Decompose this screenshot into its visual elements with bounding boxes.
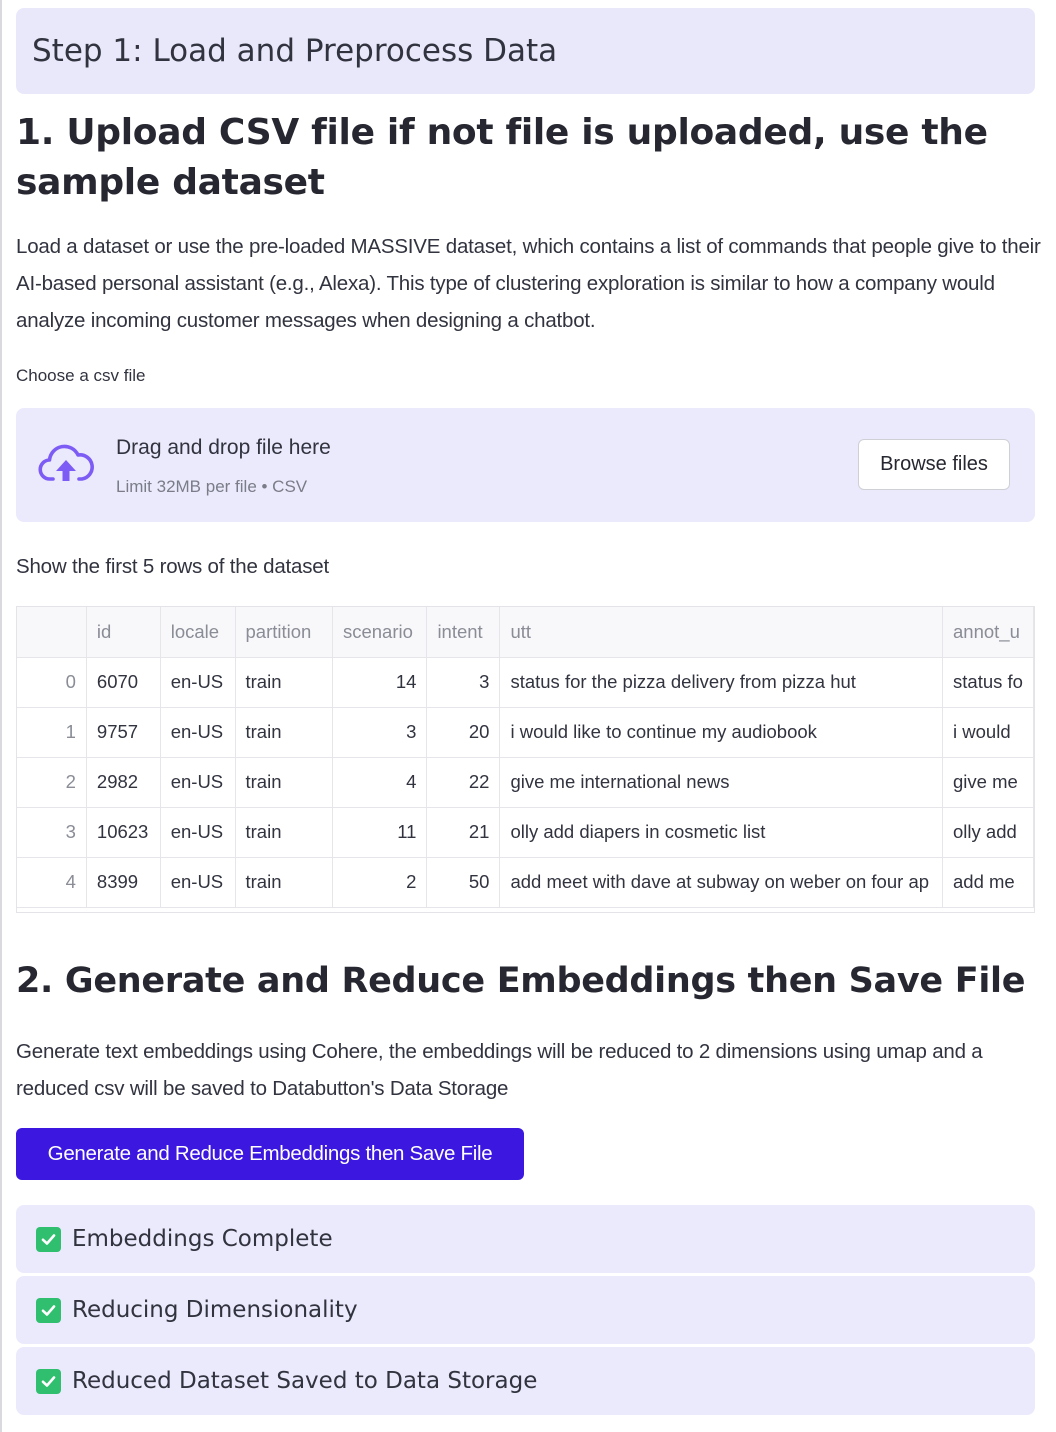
column-header-id[interactable]: id (86, 607, 161, 658)
row-index: 3 (17, 807, 87, 858)
check-icon (36, 1297, 61, 1323)
column-header-partition[interactable]: partition (235, 607, 333, 658)
cell-annot-utt[interactable]: give me (942, 757, 1034, 808)
section2-description: Generate text embeddings using Cohere, t… (16, 1040, 983, 1100)
cell-id[interactable]: 6070 (86, 657, 161, 708)
column-header-annot-utt[interactable]: annot_u (942, 607, 1034, 658)
check-icon (36, 1226, 61, 1252)
dropzone-limit: Limit 32MB per file • CSV (116, 477, 308, 496)
column-header-scenario[interactable]: scenario (332, 607, 428, 658)
section1-title: 1. Upload CSV file if not file is upload… (16, 112, 988, 203)
table-row: 2 2982 en-US train 4 22 give me internat… (17, 757, 1034, 808)
browse-files-button[interactable]: Browse files (858, 439, 1010, 490)
table-row: 1 9757 en-US train 3 20 i would like to … (17, 707, 1034, 758)
status-label: Reducing Dimensionality (72, 1297, 358, 1323)
cell-scenario[interactable]: 4 (332, 757, 428, 808)
page-left-border (0, 0, 2, 1432)
cell-partition[interactable]: train (235, 807, 333, 858)
cell-intent[interactable]: 20 (426, 707, 501, 758)
column-header-locale[interactable]: locale (160, 607, 236, 658)
cell-utt[interactable]: give me international news (499, 757, 944, 808)
cell-intent[interactable]: 3 (426, 657, 501, 708)
column-header-utt[interactable]: utt (499, 607, 944, 658)
cloud-upload-icon (38, 444, 94, 481)
file-uploader-label: Choose a csv file (16, 366, 146, 385)
cell-partition[interactable]: train (235, 857, 333, 908)
cell-id[interactable]: 9757 (86, 707, 161, 758)
cell-locale[interactable]: en-US (160, 857, 236, 908)
cell-utt[interactable]: status for the pizza delivery from pizza… (499, 657, 944, 708)
generate-embeddings-button[interactable]: Generate and Reduce Embeddings then Save… (16, 1128, 524, 1180)
cell-scenario[interactable]: 2 (332, 857, 428, 908)
cell-intent[interactable]: 22 (426, 757, 501, 808)
cell-scenario[interactable]: 14 (332, 657, 428, 708)
cell-annot-utt[interactable]: olly add (942, 807, 1034, 858)
section1-description: Load a dataset or use the pre-loaded MAS… (16, 235, 1041, 332)
table-row: 3 10623 en-US train 11 21 olly add diape… (17, 807, 1034, 858)
table-row: 4 8399 en-US train 2 50 add meet with da… (17, 857, 1034, 908)
row-index: 0 (17, 657, 87, 708)
table-header-row: id locale partition scenario intent utt … (17, 607, 1034, 658)
column-header-index[interactable] (17, 607, 87, 658)
step-header-text: Step 1: Load and Preprocess Data (32, 33, 558, 69)
cell-id[interactable]: 10623 (86, 807, 161, 858)
row-index: 2 (17, 757, 87, 808)
cell-utt[interactable]: add meet with dave at subway on weber on… (499, 857, 944, 908)
cell-locale[interactable]: en-US (160, 657, 236, 708)
cell-intent[interactable]: 21 (426, 807, 501, 858)
table-row: 0 6070 en-US train 14 3 status for the p… (17, 657, 1034, 708)
file-dropzone[interactable]: Drag and drop file here Limit 32MB per f… (16, 408, 1035, 522)
cell-locale[interactable]: en-US (160, 757, 236, 808)
table-caption: Show the first 5 rows of the dataset (16, 555, 329, 578)
cell-id[interactable]: 8399 (86, 857, 161, 908)
cell-annot-utt[interactable]: add me (942, 857, 1034, 908)
status-dataset-saved: Reduced Dataset Saved to Data Storage (16, 1347, 1035, 1415)
cell-id[interactable]: 2982 (86, 757, 161, 808)
cell-utt[interactable]: i would like to continue my audiobook (499, 707, 944, 758)
column-header-intent[interactable]: intent (426, 607, 501, 658)
cell-utt[interactable]: olly add diapers in cosmetic list (499, 807, 944, 858)
dataframe: id locale partition scenario intent utt … (17, 607, 1034, 908)
status-embeddings-complete: Embeddings Complete (16, 1205, 1035, 1273)
cell-annot-utt[interactable]: status fo (942, 657, 1034, 708)
cell-scenario[interactable]: 3 (332, 707, 428, 758)
cell-partition[interactable]: train (235, 657, 333, 708)
cell-partition[interactable]: train (235, 707, 333, 758)
cell-partition[interactable]: train (235, 757, 333, 808)
status-label: Embeddings Complete (72, 1226, 333, 1252)
row-index: 1 (17, 707, 87, 758)
row-index: 4 (17, 857, 87, 908)
status-reducing-dimensionality: Reducing Dimensionality (16, 1276, 1035, 1344)
cell-intent[interactable]: 50 (426, 857, 501, 908)
section2-title: 2. Generate and Reduce Embeddings then S… (16, 961, 1026, 1001)
check-icon (36, 1368, 61, 1394)
dropzone-title: Drag and drop file here (116, 436, 331, 459)
dataset-table[interactable]: id locale partition scenario intent utt … (16, 606, 1035, 913)
cell-locale[interactable]: en-US (160, 807, 236, 858)
status-label: Reduced Dataset Saved to Data Storage (72, 1368, 538, 1394)
step-header: Step 1: Load and Preprocess Data (16, 8, 1035, 94)
cell-annot-utt[interactable]: i would (942, 707, 1034, 758)
cell-locale[interactable]: en-US (160, 707, 236, 758)
cell-scenario[interactable]: 11 (332, 807, 428, 858)
